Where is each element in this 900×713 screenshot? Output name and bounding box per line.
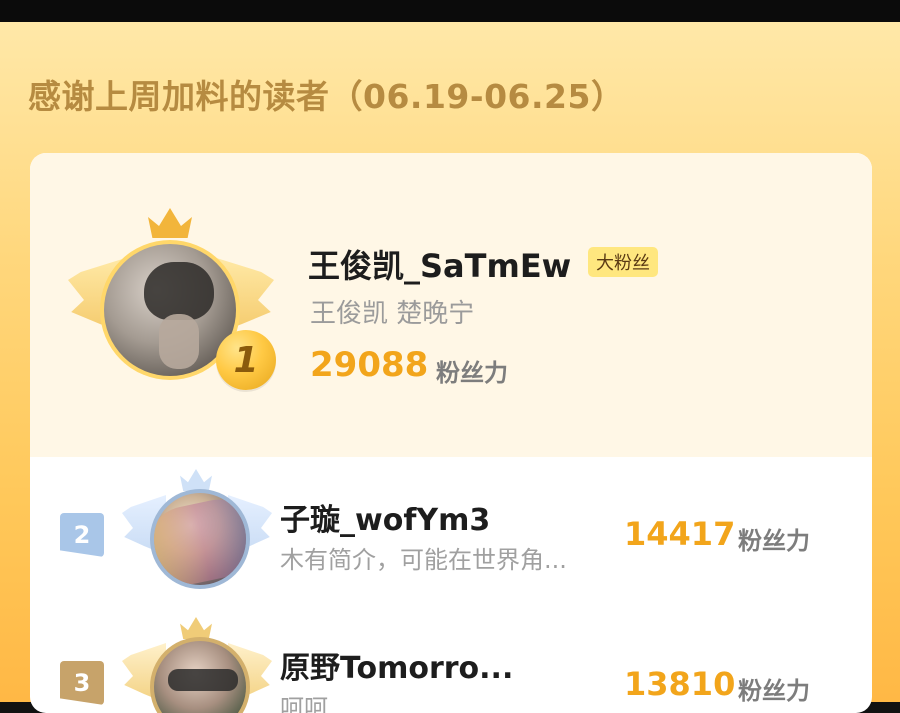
top-reader-name[interactable]: 王俊凯_SaTmEw [308, 241, 571, 287]
top-reader-panel: 1 王俊凯_SaTmEw 大粉丝 王俊凯 楚晚宁 29088 粉丝力 [30, 153, 872, 457]
top-reader-score: 29088 [310, 345, 429, 385]
avatar-image [154, 641, 246, 713]
top-reader-intro: 王俊凯 楚晚宁 [310, 299, 475, 329]
reader-intro: 木有简介，可能在世界角... [280, 546, 567, 574]
avatar-image [154, 493, 246, 585]
avatar[interactable] [150, 489, 250, 589]
reader-score-unit: 粉丝力 [738, 677, 810, 705]
top-reader-score-unit: 粉丝力 [436, 359, 508, 387]
rank-number: 2 [73, 521, 91, 549]
reader-score: 13810 [624, 665, 736, 703]
crown-icon [180, 617, 212, 639]
status-badge-label: 大粉丝 [596, 253, 650, 274]
avatar-frame[interactable] [122, 613, 272, 713]
ranking-card: 1 王俊凯_SaTmEw 大粉丝 王俊凯 楚晚宁 29088 粉丝力 2 子璇_… [30, 153, 872, 713]
top-black-bar [0, 0, 900, 22]
reader-name[interactable]: 子璇_wofYm3 [280, 495, 490, 539]
crown-icon [148, 208, 192, 238]
avatar-frame[interactable] [122, 465, 272, 589]
crown-icon [180, 469, 212, 491]
reader-intro: 呵呵 [280, 694, 328, 713]
list-item[interactable]: 2 子璇_wofYm3 木有简介，可能在世界角... 14417 粉丝力 [30, 465, 872, 605]
rank-number: 3 [73, 669, 91, 697]
reader-name[interactable]: 原野Tomorro... [280, 643, 513, 687]
reader-score-unit: 粉丝力 [738, 527, 810, 555]
page-title: 感谢上周加料的读者（06.19-06.25） [28, 77, 625, 116]
rank-tag: 2 [60, 513, 104, 557]
status-badge: 大粉丝 [588, 247, 658, 277]
rank-tag: 3 [60, 661, 104, 705]
rank-medal-icon: 1 [216, 330, 276, 390]
top-avatar-frame[interactable]: 1 [66, 208, 276, 390]
reader-score: 14417 [624, 515, 736, 553]
rank-number: 1 [233, 339, 259, 381]
list-item[interactable]: 3 原野Tomorro... 呵呵 13810 粉丝力 [30, 605, 872, 713]
